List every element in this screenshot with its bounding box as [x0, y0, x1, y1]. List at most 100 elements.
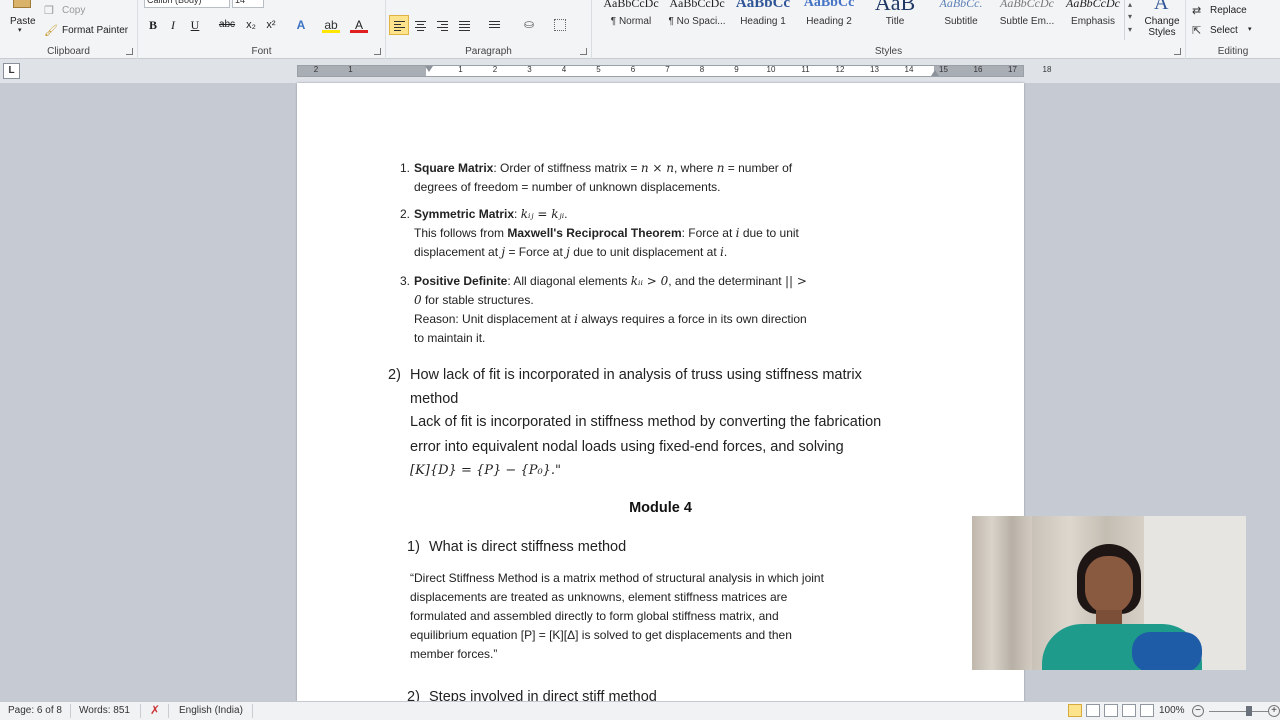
clipboard-launcher[interactable] — [126, 48, 133, 55]
shading-button[interactable]: ⛀ — [520, 15, 540, 35]
italic-button[interactable]: I — [164, 17, 182, 33]
zoom-out-icon[interactable]: − — [1192, 705, 1204, 717]
question-text: What is direct stiffness method — [429, 539, 627, 555]
style-name: ¶ Normal — [610, 16, 652, 27]
outline-view-button[interactable] — [1122, 704, 1136, 717]
language-indicator[interactable]: English (India) — [179, 705, 243, 716]
bold-term: Maxwell's Reciprocal Theorem — [507, 226, 682, 240]
style-subtitle[interactable]: AaBbCc. Subtitle — [928, 0, 994, 27]
ruler-number: 8 — [699, 65, 705, 74]
text-run: = Force at — [505, 245, 567, 259]
word-count[interactable]: Words: 851 — [79, 705, 130, 716]
ruler-number: 10 — [766, 65, 776, 74]
font-group-label: Font — [251, 46, 272, 57]
zoom-slider[interactable] — [1209, 711, 1269, 712]
borders-button[interactable] — [550, 15, 570, 35]
web-layout-view-button[interactable] — [1104, 704, 1118, 717]
zoom-level[interactable]: 100% — [1159, 705, 1185, 716]
style-subtle-emphasis[interactable]: AaBbCcDc Subtle Em... — [994, 0, 1060, 27]
align-left-button[interactable] — [389, 15, 409, 35]
borders-icon — [554, 19, 566, 31]
style-sample: AaBbCcDc — [669, 0, 725, 10]
subscript-button[interactable]: x₂ — [242, 17, 260, 33]
style-name: Subtitle — [944, 16, 978, 27]
ruler-number: 1 — [348, 65, 353, 74]
text-run: degrees of freedom = number of unknown d… — [414, 180, 721, 194]
styles-gallery-scroll[interactable]: ▴ ▾ ▾ — [1124, 0, 1138, 40]
answer-line: formulated and assembled directly to for… — [410, 609, 779, 623]
align-right-button[interactable] — [432, 15, 452, 35]
list-number: 3. — [400, 274, 411, 288]
list-line: degrees of freedom = number of unknown d… — [414, 178, 860, 197]
horizontal-ruler[interactable]: 2 1 1 2 3 4 5 6 7 8 9 10 11 12 13 14 15 16 17 18 — [297, 65, 1051, 77]
justify-button[interactable] — [454, 15, 474, 35]
list-line: displacement at j = Force at j due to un… — [414, 243, 860, 262]
line-spacing-button[interactable] — [484, 15, 504, 35]
chevron-up-icon: ▴ — [1128, 0, 1133, 9]
clipboard-group-label: Clipboard — [47, 46, 90, 57]
strikethrough-button[interactable]: abc — [218, 17, 236, 33]
ruler-number: 1 — [458, 65, 463, 74]
paragraph-group: ⛀ Paragraph — [386, 0, 592, 59]
list-line: to maintain it. — [414, 329, 860, 348]
answer-line: equilibrium equation [P] = [K][Δ] is sol… — [410, 628, 792, 642]
styles-launcher[interactable] — [1174, 48, 1181, 55]
font-size-box[interactable]: 14 — [232, 0, 264, 8]
ruler-row: L 2 1 1 2 3 4 5 6 7 8 9 10 11 12 13 14 15 16 17 18 — [0, 59, 1280, 83]
font-launcher[interactable] — [374, 48, 381, 55]
change-styles-button[interactable]: A Change Styles — [1140, 0, 1184, 42]
highlight-color-button[interactable]: ab — [322, 17, 340, 33]
curtain-left — [972, 516, 1032, 670]
tab-selector[interactable]: L — [3, 63, 20, 79]
font-group: Calibri (Body) 14 B I U abc x₂ x² A ab A… — [138, 0, 386, 59]
font-color-button[interactable]: A — [350, 17, 368, 33]
style-title[interactable]: AaB Title — [862, 0, 928, 27]
font-name-box[interactable]: Calibri (Body) — [144, 0, 230, 8]
math-expression: kᵢᵢ > 0 — [630, 274, 669, 288]
paste-button[interactable]: Paste ▾ — [4, 0, 40, 40]
separator — [168, 704, 169, 718]
replace-icon: ⇄ — [1192, 5, 1202, 17]
text-run: . — [564, 207, 568, 221]
page-indicator[interactable]: Page: 6 of 8 — [8, 705, 62, 716]
list-line: This follows from Maxwell's Reciprocal T… — [414, 224, 860, 243]
select-label: Select — [1210, 25, 1238, 36]
first-line-indent-marker[interactable] — [425, 66, 433, 72]
draft-view-button[interactable] — [1140, 704, 1154, 717]
zoom-slider-thumb[interactable] — [1246, 706, 1252, 716]
bold-button[interactable]: B — [144, 17, 162, 33]
replace-label: Replace — [1210, 5, 1247, 16]
paragraph-launcher[interactable] — [580, 48, 587, 55]
text-run: : — [514, 207, 521, 221]
style-sample: AaBbCc — [803, 0, 855, 10]
spell-check-icon[interactable]: ✗ — [150, 703, 160, 717]
print-layout-view-button[interactable] — [1068, 704, 1082, 717]
answer-line: displacements are treated as unknowns, e… — [410, 590, 788, 604]
math-expression: 0 — [414, 293, 422, 307]
list-number: 1. — [400, 161, 411, 175]
format-painter-icon: 🖌 — [44, 25, 58, 37]
list-line: Symmetric Matrix: kᵢⱼ = kⱼᵢ. — [414, 205, 860, 224]
document-page[interactable]: 1. Square Matrix: Order of stiffness matr… — [297, 83, 1024, 703]
ruler-number: 2 — [492, 65, 498, 74]
align-center-button[interactable] — [410, 15, 430, 35]
ribbon: Paste ▾ ❐ Copy 🖌 Format Painter Clipboar… — [0, 0, 1280, 59]
list-item-body: Square Matrix: Order of stiffness matrix… — [414, 159, 860, 197]
underline-button[interactable]: U — [186, 17, 204, 33]
style-heading-2[interactable]: AaBbCc Heading 2 — [796, 0, 862, 27]
superscript-button[interactable]: x² — [262, 17, 280, 33]
style-no-spacing[interactable]: AaBbCcDc ¶ No Spaci... — [664, 0, 730, 27]
zoom-in-icon[interactable]: + — [1268, 705, 1280, 717]
text-run: This follows from — [414, 226, 508, 240]
change-styles-label: Change Styles — [1144, 16, 1180, 38]
full-screen-reading-view-button[interactable] — [1086, 704, 1100, 717]
question-text: method — [410, 391, 459, 407]
editing-group: ⇄ Replace ⇱ Select ▾ Editing — [1186, 0, 1280, 59]
style-normal[interactable]: AaBbCcDc ¶ Normal — [598, 0, 664, 27]
list-line: Positive Definite: All diagonal elements… — [414, 272, 860, 291]
module4-answer-1: “Direct Stiffness Method is a matrix met… — [410, 569, 890, 664]
text-run: always requires a force in its own direc… — [577, 312, 807, 326]
text-effects-button[interactable]: A — [292, 17, 310, 33]
style-emphasis[interactable]: AaBbCcDc Emphasis — [1060, 0, 1126, 27]
style-heading-1[interactable]: AaBbCc Heading 1 — [730, 0, 796, 27]
